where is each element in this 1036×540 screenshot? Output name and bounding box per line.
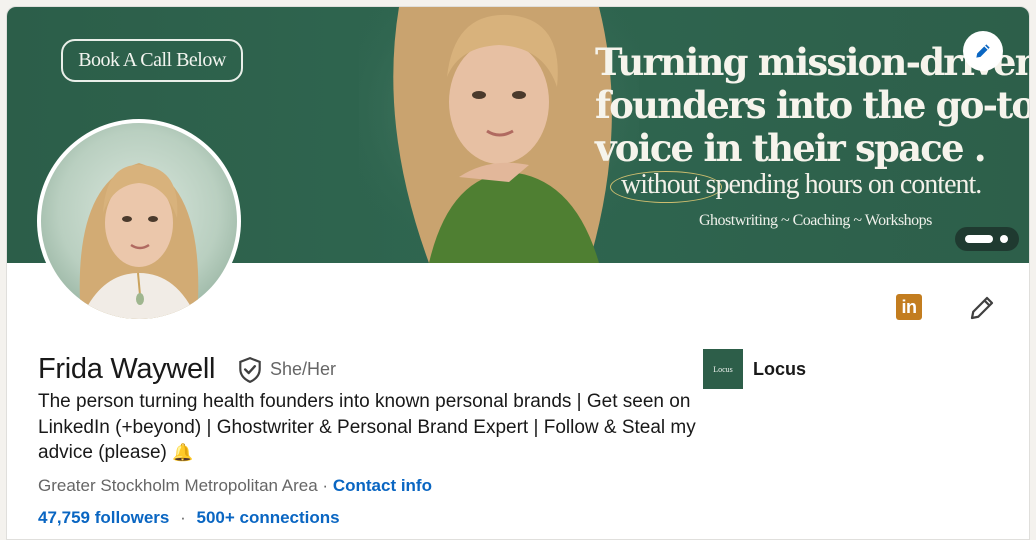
- book-call-banner-label: Book A Call Below: [61, 39, 243, 82]
- banner-headline-line: founders into the go-to: [595, 83, 1030, 127]
- separator-dot: ·: [322, 476, 329, 495]
- banner-headline-line: voice in their space .: [595, 126, 987, 170]
- profile-location-line: Greater Stockholm Metropolitan Area · Co…: [38, 476, 432, 496]
- profile-name: Frida Waywell: [38, 353, 216, 385]
- banner-tagline: without spending hours on content.: [621, 169, 982, 200]
- connections-link[interactable]: 500+ connections: [196, 508, 339, 527]
- profile-headline-text: The person turning health founders into …: [38, 391, 696, 463]
- profile-location: Greater Stockholm Metropolitan Area: [38, 476, 318, 495]
- contact-info-link[interactable]: Contact info: [333, 476, 432, 495]
- pencil-icon: [976, 44, 990, 58]
- company-logo: Locus: [703, 349, 743, 389]
- edit-banner-button[interactable]: [963, 31, 1003, 71]
- followers-link[interactable]: 47,759 followers: [38, 508, 169, 527]
- avatar-portrait-image: [79, 163, 199, 319]
- company-name: Locus: [753, 358, 807, 379]
- shield-check-icon[interactable]: [237, 356, 263, 384]
- pencil-icon: [970, 296, 994, 320]
- bell-icon: 🔔: [172, 443, 194, 462]
- linkedin-badge-icon[interactable]: in: [896, 294, 922, 320]
- avatar-photo: [41, 123, 237, 319]
- profile-stats: 47,759 followers · 500+ connections: [38, 508, 340, 528]
- edit-profile-button[interactable]: [967, 293, 997, 323]
- profile-pronouns: She/Her: [270, 359, 337, 379]
- banner-services: Ghostwriting ~ Coaching ~ Workshops: [699, 212, 932, 229]
- profile-card: Book A Call Below Turning mission-driven…: [6, 6, 1030, 540]
- current-company[interactable]: Locus Locus: [703, 349, 806, 389]
- profile-headline: The person turning health founders into …: [38, 389, 698, 466]
- carousel-dot: [1000, 235, 1008, 243]
- banner-carousel-indicator[interactable]: [955, 227, 1019, 251]
- profile-avatar[interactable]: [37, 119, 241, 323]
- separator-dot: ·: [180, 508, 186, 527]
- carousel-active-indicator: [965, 235, 993, 243]
